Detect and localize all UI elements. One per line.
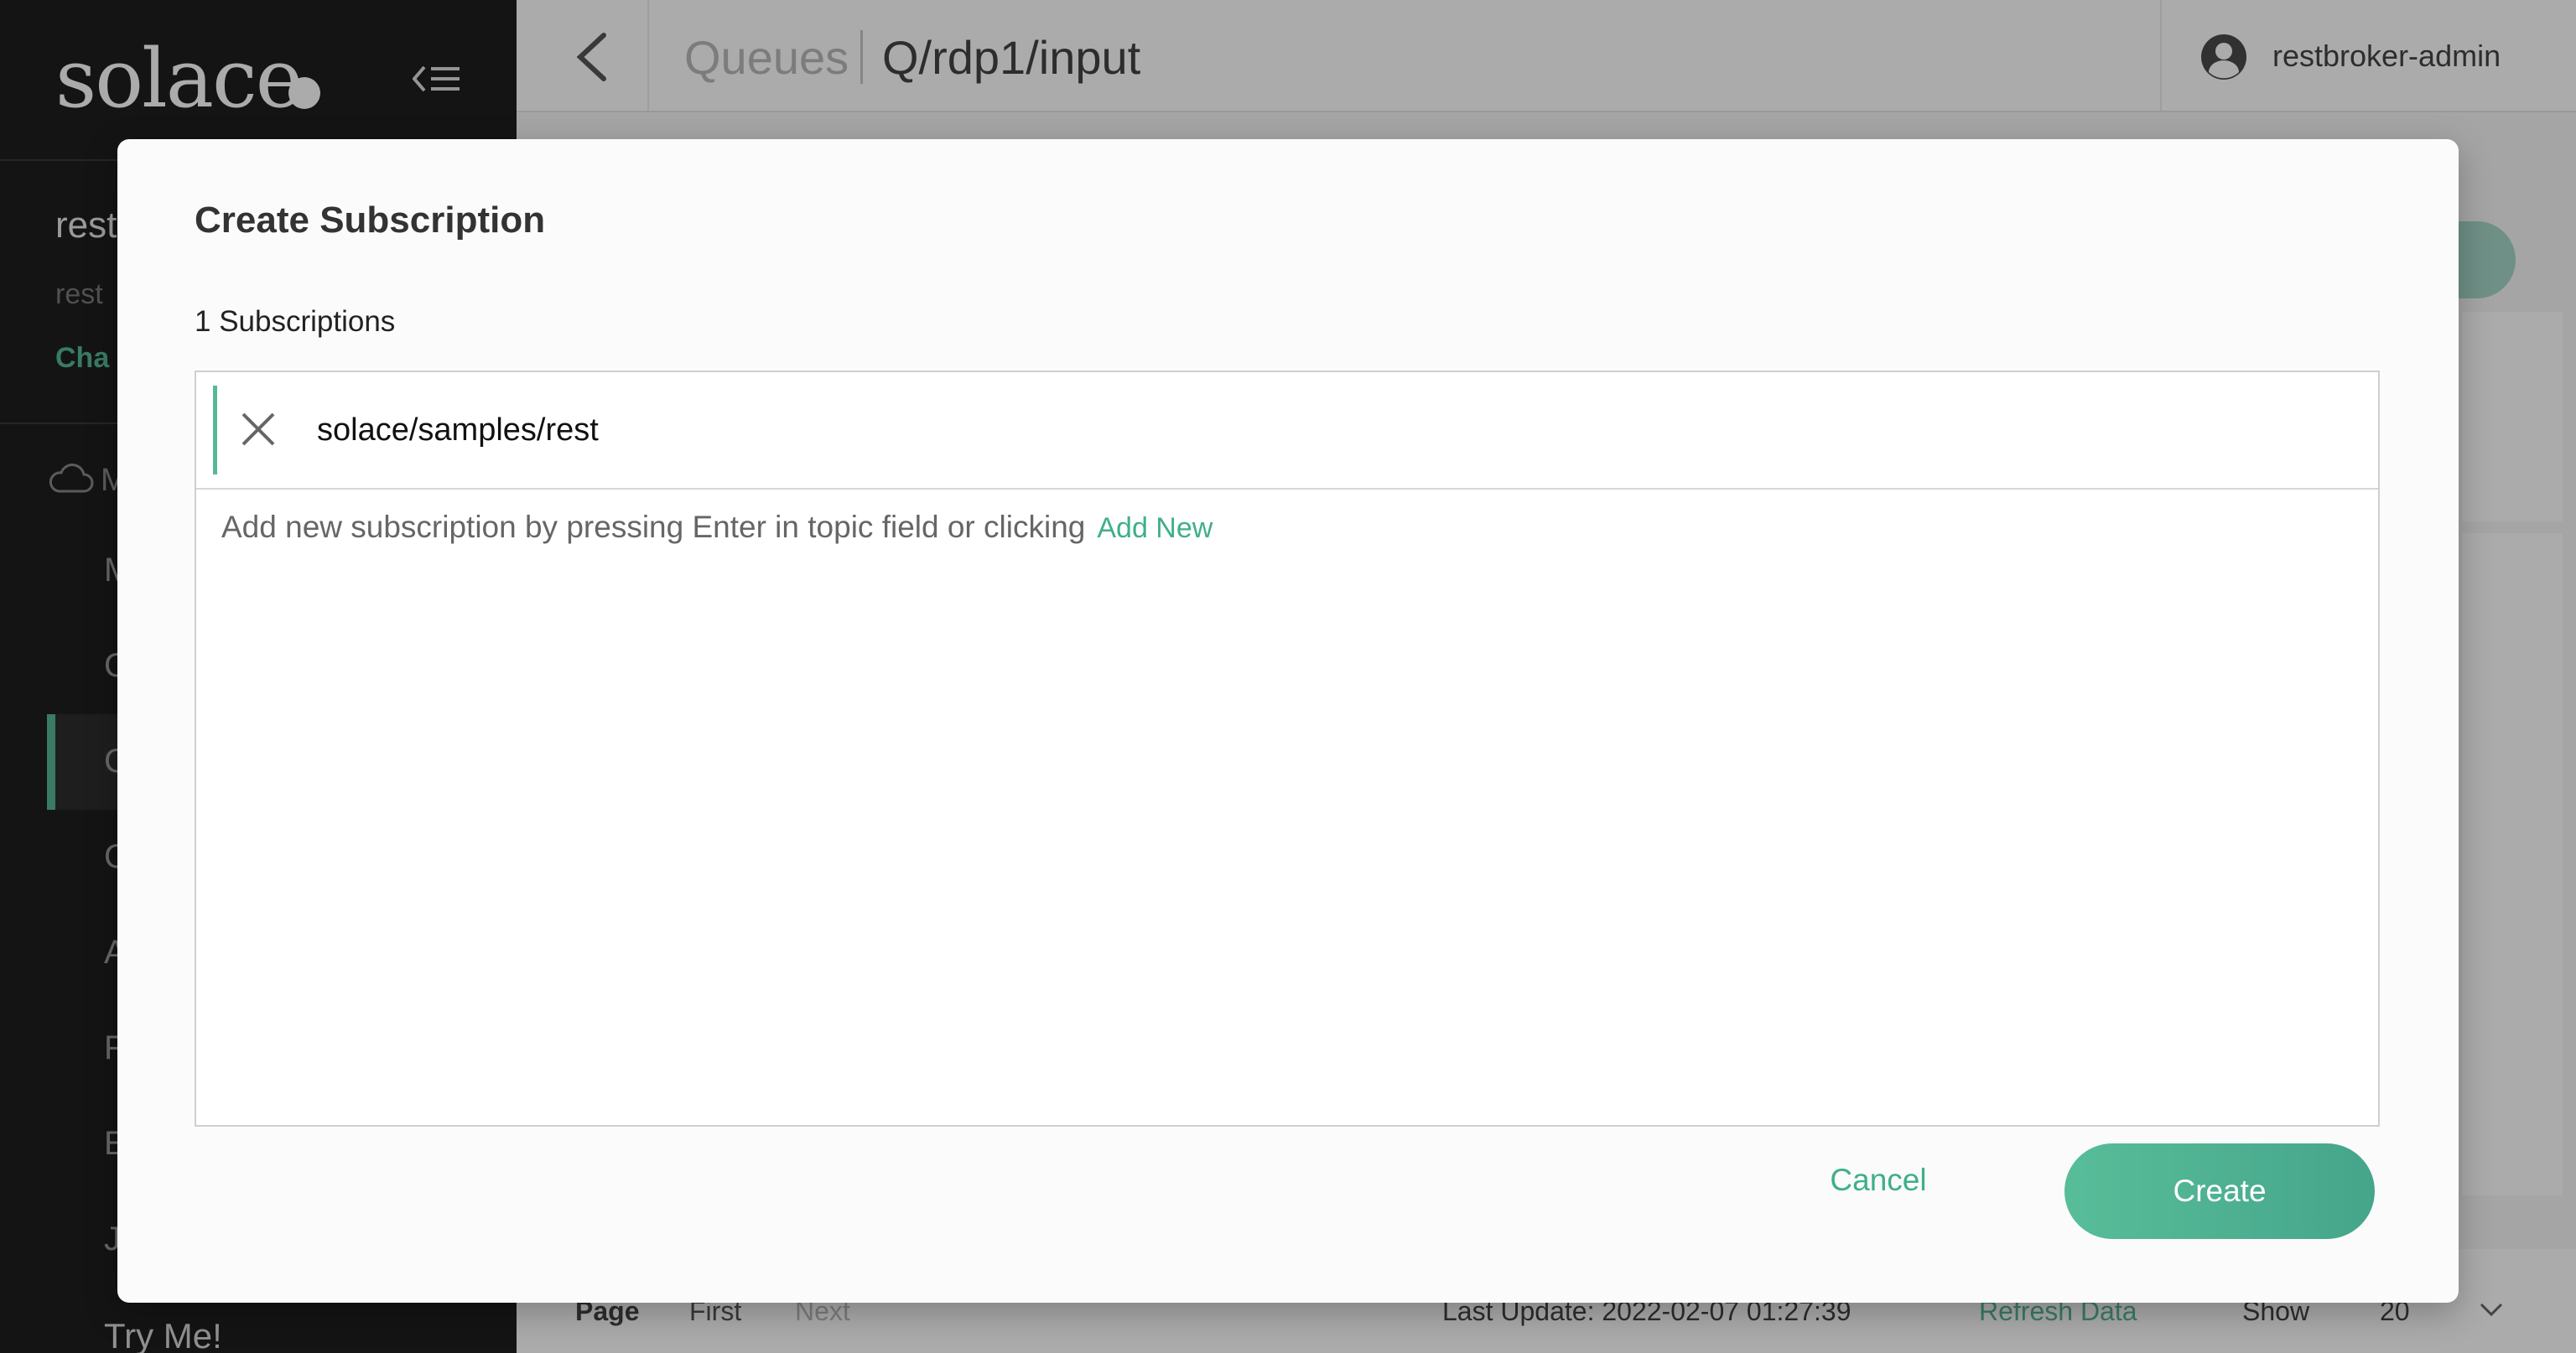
create-button[interactable]: Create — [2064, 1143, 2375, 1239]
dialog-title: Create Subscription — [195, 200, 546, 241]
subscription-topic-input[interactable]: solace/samples/rest — [317, 412, 599, 448]
create-subscription-dialog: Create Subscription 1 Subscriptions sola… — [117, 139, 2459, 1303]
subscription-count: 1 Subscriptions — [195, 305, 396, 338]
add-new-link[interactable]: Add New — [1097, 512, 1213, 544]
hint-text: Add new subscription by pressing Enter i… — [221, 510, 1086, 544]
remove-subscription-icon[interactable] — [236, 407, 280, 451]
subscription-list: solace/samples/rest Add new subscription… — [195, 371, 2380, 1127]
subscription-row: solace/samples/rest — [196, 372, 2378, 490]
add-subscription-hint: Add new subscription by pressing Enter i… — [221, 510, 1213, 545]
cancel-button[interactable]: Cancel — [1803, 1150, 1954, 1209]
row-accent-bar — [213, 386, 217, 474]
